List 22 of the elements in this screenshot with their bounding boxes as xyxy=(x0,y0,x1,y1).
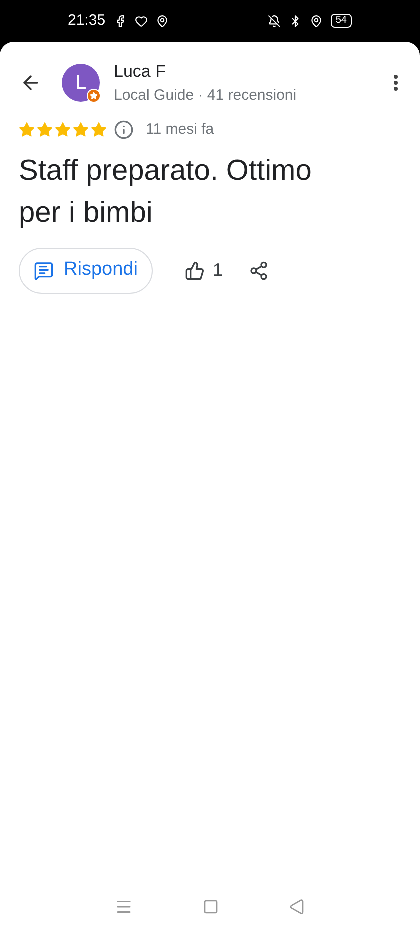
review-date: 11 mesi fa xyxy=(146,120,214,140)
reviewer-name[interactable]: Luca F xyxy=(114,59,394,84)
reviewer-subtitle: Local Guide · 41 recensioni xyxy=(114,86,298,106)
reply-icon xyxy=(34,260,54,280)
thumbs-up-icon xyxy=(184,260,205,280)
avatar: L xyxy=(62,64,100,102)
mute-icon xyxy=(268,14,281,28)
status-time: 21:35 xyxy=(68,10,106,31)
review-text: Staff preparato. Ottimo per i bimbi xyxy=(18,154,313,230)
reply-button[interactable]: Rispondi xyxy=(19,248,153,294)
share-button[interactable] xyxy=(248,260,269,280)
location-icon xyxy=(156,14,169,28)
battery-indicator: 54 xyxy=(330,14,352,28)
guide-badge-icon xyxy=(87,89,101,103)
home-icon[interactable] xyxy=(203,898,219,914)
like-button[interactable]: 1 xyxy=(184,257,223,284)
more-options-button[interactable] xyxy=(394,75,398,91)
back-icon[interactable] xyxy=(289,898,305,914)
location-icon xyxy=(310,14,323,28)
info-icon[interactable] xyxy=(114,120,134,140)
heart-icon xyxy=(134,14,148,28)
more-vertical-icon xyxy=(394,75,398,91)
